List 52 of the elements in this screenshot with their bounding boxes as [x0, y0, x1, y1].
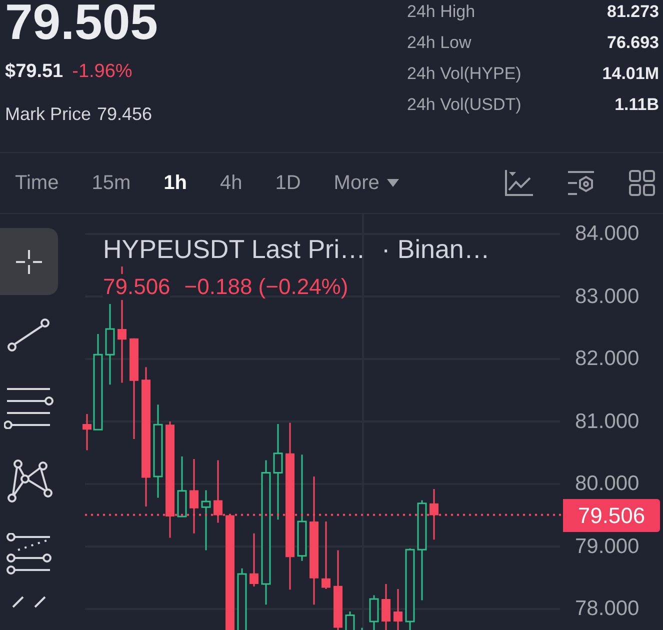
grid-icon — [629, 170, 655, 196]
stat-label: 24h Low — [407, 32, 472, 54]
indicator-settings-icon — [567, 170, 595, 196]
candle — [382, 584, 390, 630]
interval-tab[interactable]: 15m — [92, 168, 131, 198]
interval-tab[interactable]: More — [334, 168, 400, 198]
price-axis-label: 83.000 — [575, 284, 640, 308]
horizontal-lines-icon — [4, 386, 54, 428]
interval-tab[interactable]: 1D — [275, 168, 301, 198]
candle — [237, 568, 247, 630]
chart-title: HYPEUSDT Last Pri… — [103, 236, 366, 262]
interval-tab[interactable]: 4h — [220, 168, 242, 198]
last-price: 79.505 — [5, 0, 158, 44]
change-percent: -1.96% — [72, 60, 132, 84]
stat-value: 76.693 — [606, 32, 659, 54]
candle — [369, 595, 379, 630]
fib-lines-icon — [6, 532, 52, 574]
pattern-icon — [5, 458, 53, 502]
price-axis-label: 78.000 — [575, 597, 640, 621]
mark-price-label: Mark Price — [5, 102, 92, 126]
price-axis-label: 81.000 — [575, 410, 640, 434]
crosshair-icon — [15, 248, 43, 276]
chart-exchange: · Binan… — [381, 236, 490, 262]
trend-line-icon — [7, 318, 51, 352]
candle — [82, 414, 92, 450]
candle — [322, 522, 330, 589]
stat-value: 1.11B — [614, 94, 659, 116]
mark-price: 79.456 — [97, 102, 152, 126]
change-value: −0.188 (−0.24%) — [184, 274, 348, 300]
candle — [201, 490, 211, 550]
candle — [177, 456, 187, 518]
last-value: 79.506 — [103, 274, 170, 300]
caret-icon — [387, 179, 400, 187]
interval-tab[interactable]: 1h — [164, 168, 187, 198]
candle — [214, 460, 222, 523]
candle — [394, 589, 402, 630]
candle — [430, 489, 438, 540]
usd-price: $79.51 — [5, 60, 64, 84]
price-axis-label: 79.000 — [575, 534, 640, 558]
price-axis-label: 82.000 — [575, 347, 640, 371]
price-axis-label: 80.000 — [575, 472, 640, 496]
current-price-tag: 79.506 — [563, 498, 660, 532]
stat-label: 24h Vol(USDT) — [407, 94, 522, 116]
candle — [250, 533, 258, 586]
stat-label: 24h Vol(HYPE) — [407, 63, 522, 85]
stat-value: 81.273 — [606, 1, 659, 23]
candle — [345, 612, 355, 630]
line-chart-icon — [505, 170, 533, 196]
interval-tab[interactable]: Time — [15, 168, 59, 198]
price-axis-label: 84.000 — [575, 222, 640, 246]
stat-value: 14.01M — [601, 63, 659, 85]
stat-label: 24h High — [407, 1, 476, 23]
